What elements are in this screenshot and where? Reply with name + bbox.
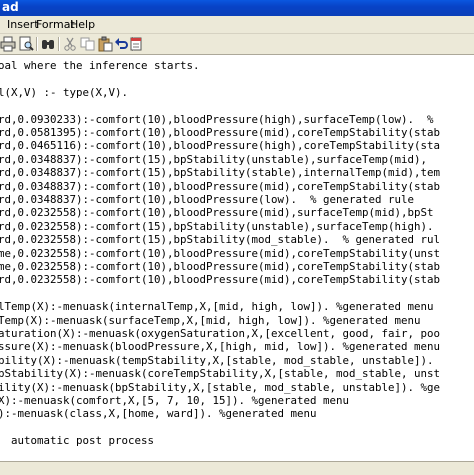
copy-icon[interactable] bbox=[80, 36, 96, 52]
toolbar bbox=[0, 34, 474, 55]
text-line: rd,0.0232558):-comfort(10),bloodPressure… bbox=[0, 206, 434, 220]
menu-insert[interactable]: Insert bbox=[7, 18, 39, 31]
text-line: rd,0.0348837):-comfort(15),bpStability(s… bbox=[0, 166, 441, 180]
toolbar-separator bbox=[58, 37, 60, 51]
text-line: rd,0.0232558):-comfort(15),bpStability(u… bbox=[0, 219, 434, 233]
title-bar: ad bbox=[0, 0, 474, 16]
text-line: pStability(X):-menuask(coreTempStability… bbox=[0, 367, 441, 381]
menu-bar: Insert Format Help bbox=[0, 16, 474, 34]
editor-text-area[interactable]: oal where the inference starts. l(X,V) :… bbox=[0, 55, 474, 461]
text-line: ility(X):-menuask(bpStability,X,[stable,… bbox=[0, 380, 441, 394]
menu-help[interactable]: Help bbox=[70, 18, 95, 31]
text-line: Temp(X):-menuask(surfaceTemp,X,[mid, hig… bbox=[0, 313, 421, 327]
paste-icon[interactable] bbox=[97, 36, 113, 52]
text-line: ):-menuask(class,X,[home, ward]). %gener… bbox=[0, 407, 317, 421]
text-line: me,0.0232558):-comfort(10),bloodPressure… bbox=[0, 246, 441, 260]
print-icon[interactable] bbox=[0, 36, 16, 52]
text-line: rd,0.0581395):-comfort(10),bloodPressure… bbox=[0, 126, 441, 139]
text-line: bility(X):-menuask(tempStability,X,[stab… bbox=[0, 353, 434, 367]
text-line: rd,0.0232558):-comfort(10),bloodPressure… bbox=[0, 273, 441, 287]
text-line: aturation(X):-menuask(oxygenSaturation,X… bbox=[0, 327, 441, 340]
text-line: lTemp(X):-menuask(internalTemp,X,[mid, h… bbox=[0, 300, 434, 314]
text-line: rd,0.0348837):-comfort(10),bloodPressure… bbox=[0, 193, 415, 206]
find-icon[interactable] bbox=[40, 36, 56, 52]
insert-date-icon[interactable] bbox=[128, 36, 144, 52]
text-line: X):-menuask(comfort,X,[5, 7, 10, 15]). %… bbox=[0, 394, 350, 407]
menu-format[interactable]: Format bbox=[36, 18, 75, 31]
text-line: l(X,V) :- type(X,V). bbox=[0, 85, 129, 99]
text-line: rd,0.0348837):-comfort(10),bloodPressure… bbox=[0, 179, 441, 193]
text-line: rd,0.0465116):-comfort(10),bloodPressure… bbox=[0, 139, 441, 153]
text-line: ssure(X):-menuask(bloodPressure,X,[high,… bbox=[0, 340, 441, 354]
text-line: rd,0.0232558):-comfort(15),bpStability(m… bbox=[0, 233, 441, 247]
print-preview-icon[interactable] bbox=[18, 36, 34, 52]
status-bar bbox=[0, 461, 474, 475]
text-line: rd,0.0348837):-comfort(15),bpStability(u… bbox=[0, 152, 428, 166]
text-line: oal where the inference starts. bbox=[0, 59, 200, 72]
toolbar-separator bbox=[36, 37, 38, 51]
text-line: automatic post process bbox=[0, 434, 155, 448]
text-line: me,0.0232558):-comfort(10),bloodPressure… bbox=[0, 260, 441, 273]
window-title: ad bbox=[2, 0, 19, 14]
text-line: rd,0.0930233):-comfort(10),bloodPressure… bbox=[0, 112, 434, 126]
cut-icon[interactable] bbox=[62, 36, 78, 52]
